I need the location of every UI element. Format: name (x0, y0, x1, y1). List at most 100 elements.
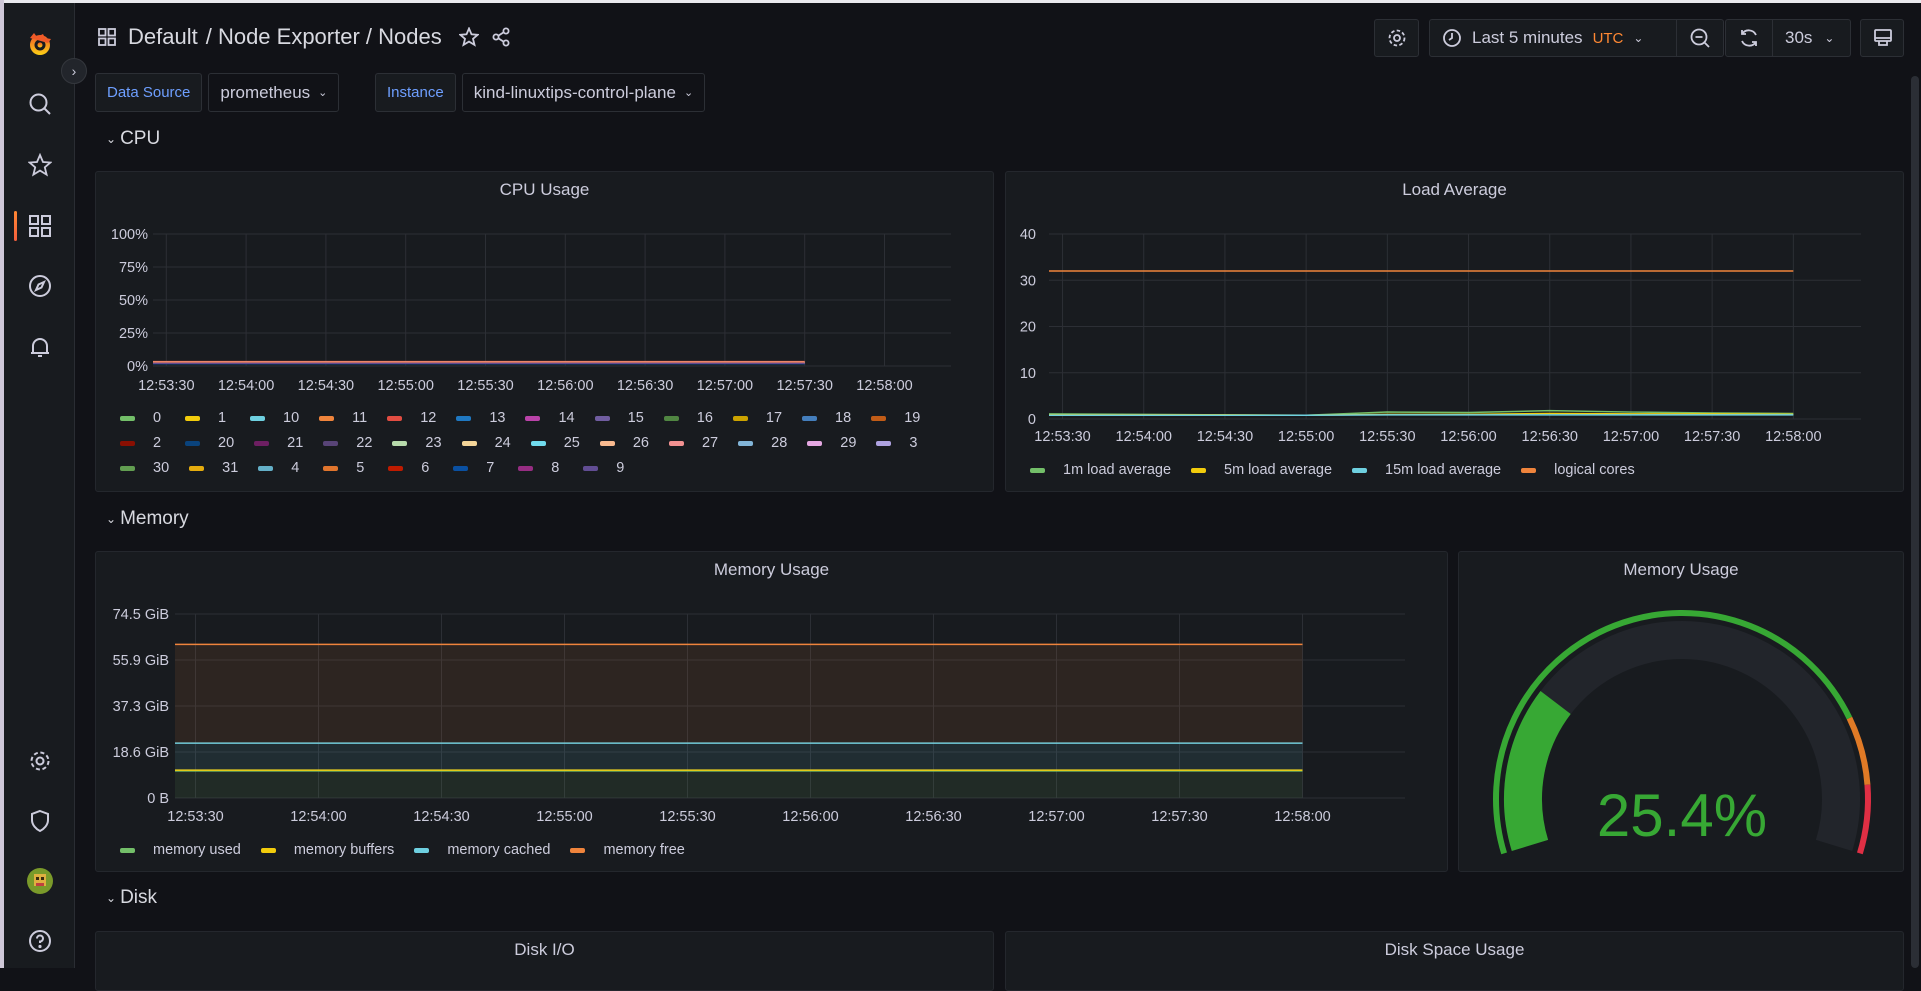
legend-item[interactable]: 25 (531, 435, 580, 451)
legend-item[interactable]: 28 (738, 435, 787, 451)
page-scrollbar[interactable] (1911, 76, 1919, 968)
datasource-dropdown[interactable]: prometheus⌄ (208, 73, 339, 112)
star-favorite-icon[interactable] (458, 26, 480, 48)
refresh-button[interactable] (1726, 20, 1772, 56)
legend-item[interactable]: 4 (258, 460, 303, 476)
legend-item[interactable]: 19 (871, 410, 920, 426)
legend-item[interactable]: 15 (595, 410, 644, 426)
legend-swatch (1030, 468, 1045, 473)
panel-title[interactable]: Memory Usage (1459, 560, 1903, 580)
legend-item[interactable]: 12 (387, 410, 436, 426)
chart-legend: 1m load average 5m load average 15m load a… (1030, 462, 1890, 478)
panel-title[interactable]: Disk Space Usage (1006, 940, 1903, 960)
legend-item[interactable]: 15m load average (1352, 462, 1501, 478)
zoom-out-button[interactable] (1676, 20, 1723, 56)
legend-label: 24 (495, 435, 511, 451)
dashboards-icon[interactable] (26, 212, 54, 240)
help-icon[interactable] (26, 927, 54, 955)
legend-label: 22 (356, 435, 372, 451)
y-tick-label: 18.6 GiB (113, 745, 169, 761)
legend-item[interactable]: 5m load average (1191, 462, 1332, 478)
legend-item[interactable]: 1m load average (1030, 462, 1171, 478)
legend-item[interactable]: 3 (876, 435, 921, 451)
legend-item[interactable]: 26 (600, 435, 649, 451)
legend-item[interactable]: 22 (323, 435, 372, 451)
refresh-icon (1738, 27, 1760, 49)
panel-title[interactable]: Load Average (1006, 180, 1903, 200)
legend-item[interactable]: memory cached (414, 842, 550, 858)
share-icon[interactable] (490, 26, 512, 48)
x-tick-label: 12:56:30 (1522, 429, 1578, 445)
legend-label: 17 (766, 410, 782, 426)
legend-item[interactable]: memory buffers (261, 842, 394, 858)
timezone-label: UTC (1593, 30, 1624, 47)
legend-item[interactable]: memory used (120, 842, 241, 858)
legend-label: 6 (421, 460, 429, 476)
legend-label: memory buffers (294, 842, 394, 858)
panel-title[interactable]: Memory Usage (96, 560, 1447, 580)
star-icon[interactable] (26, 151, 54, 179)
panel-title[interactable]: Disk I/O (96, 940, 993, 960)
legend-item[interactable]: memory free (570, 842, 684, 858)
legend-item[interactable]: 23 (392, 435, 441, 451)
legend-item[interactable]: 9 (583, 460, 628, 476)
legend-item[interactable]: 6 (388, 460, 433, 476)
refresh-interval-dropdown[interactable]: 30s ⌄ (1772, 20, 1850, 56)
y-tick-label: 75% (119, 260, 148, 276)
shield-icon[interactable] (26, 807, 54, 835)
row-disk[interactable]: ⌄Disk (106, 887, 157, 909)
legend-swatch (388, 466, 403, 471)
legend-item[interactable]: 17 (733, 410, 782, 426)
time-range-button[interactable]: Last 5 minutes UTC ⌄ (1430, 20, 1676, 56)
row-cpu[interactable]: ⌄CPU (106, 128, 160, 150)
legend-item[interactable]: 14 (525, 410, 574, 426)
legend-item[interactable]: 27 (669, 435, 718, 451)
legend-item[interactable]: 11 (319, 410, 367, 426)
variable-label: Instance (375, 73, 456, 112)
legend-item[interactable]: 0 (120, 410, 165, 426)
y-tick-label: 50% (119, 293, 148, 309)
explore-compass-icon[interactable] (26, 272, 54, 300)
legend-item[interactable]: 10 (250, 410, 299, 426)
breadcrumb-folder[interactable]: Default (128, 24, 198, 50)
settings-gear-icon[interactable] (26, 747, 54, 775)
time-range-label: Last 5 minutes (1472, 28, 1583, 48)
legend-swatch (323, 441, 338, 446)
legend-item[interactable]: 30 (120, 460, 169, 476)
legend-swatch (319, 416, 334, 421)
legend-item[interactable]: 7 (453, 460, 498, 476)
search-icon[interactable] (26, 90, 54, 118)
legend-label: 0 (153, 410, 161, 426)
y-tick-label: 37.3 GiB (113, 699, 169, 715)
legend-item[interactable]: 29 (807, 435, 856, 451)
legend-item[interactable]: 20 (185, 435, 234, 451)
legend-swatch (120, 441, 135, 446)
legend-item[interactable]: 5 (323, 460, 368, 476)
legend-item[interactable]: 18 (802, 410, 851, 426)
alerting-bell-icon[interactable] (26, 333, 54, 361)
legend-item[interactable]: 16 (664, 410, 713, 426)
legend-swatch (583, 466, 598, 471)
legend-item[interactable]: 31 (189, 460, 238, 476)
legend-item[interactable]: 13 (456, 410, 505, 426)
sidebar-expand-button[interactable]: › (61, 58, 87, 84)
legend-swatch (462, 441, 477, 446)
dashboard-settings-button[interactable] (1374, 19, 1419, 57)
user-avatar[interactable] (26, 867, 54, 895)
legend-item[interactable]: 24 (462, 435, 511, 451)
legend-label: 1 (218, 410, 226, 426)
legend-label: memory used (153, 842, 241, 858)
legend-item[interactable]: 21 (254, 435, 303, 451)
x-tick-label: 12:57:30 (1684, 429, 1740, 445)
legend-item[interactable]: logical cores (1521, 462, 1635, 478)
legend-item[interactable]: 8 (518, 460, 563, 476)
panel-title[interactable]: CPU Usage (96, 180, 993, 200)
gauge-value-arc (1523, 703, 1556, 846)
clock-icon (1442, 28, 1462, 48)
row-memory[interactable]: ⌄Memory (106, 508, 189, 530)
legend-item[interactable]: 1 (185, 410, 230, 426)
instance-dropdown[interactable]: kind-linuxtips-control-plane⌄ (462, 73, 705, 112)
kiosk-mode-button[interactable] (1860, 19, 1904, 57)
legend-item[interactable]: 2 (120, 435, 165, 451)
grafana-logo-icon[interactable] (26, 30, 54, 58)
